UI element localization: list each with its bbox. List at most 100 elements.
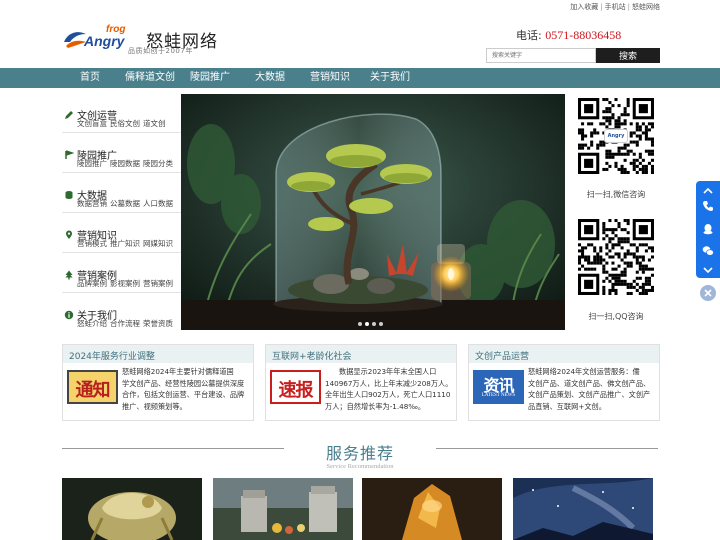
- terrarium-illustration: [181, 94, 565, 330]
- search-bar: 搜索: [486, 48, 660, 63]
- chevron-down-icon[interactable]: [702, 264, 714, 276]
- close-icon: [704, 289, 712, 297]
- nav-home[interactable]: 首页: [80, 68, 100, 88]
- site-logo[interactable]: frog Angry 怒蛙网络 品质如创于2007年: [62, 24, 222, 60]
- top-utility-bar: 加入收藏 | 手机站 | 怒蛙网络: [570, 3, 660, 11]
- wechat-qr-caption: 扫一扫,微信咨询: [586, 190, 646, 199]
- news-card-title[interactable]: 文创产品运营: [475, 349, 529, 362]
- news-line: 怒蛙网络2024年主要针对儒释道国: [122, 367, 234, 376]
- nav-bigdata[interactable]: 大数据: [255, 68, 285, 88]
- database-icon: [65, 190, 73, 199]
- sidebar-link[interactable]: 道文创: [143, 119, 166, 128]
- sidebar-link[interactable]: 数据营销: [77, 199, 107, 208]
- flag-icon: [65, 149, 74, 159]
- sidebar-links: 数据营销 公墓数据 人口数据: [77, 198, 176, 209]
- service-card-night-sky[interactable]: [513, 478, 653, 540]
- nav-marketing[interactable]: 营销知识: [310, 68, 350, 88]
- add-favorite-link[interactable]: 加入收藏: [570, 3, 598, 11]
- search-input[interactable]: [486, 48, 596, 63]
- category-sidebar: 文创运营 文创盲盒 民俗文创 道文创 陵园推广 陵园推广 陵园数据 陵园分类 大数据 数…: [62, 94, 181, 330]
- sidebar-links: 品牌案例 影视案例 营销案例: [77, 278, 176, 289]
- sidebar-divider: [62, 252, 181, 253]
- qq-qr-code: [578, 219, 654, 295]
- news-line: 合作，包括文创运营、平台建设、品牌: [122, 390, 245, 400]
- wechat-qr-code: Angry: [578, 98, 654, 174]
- info-icon: [64, 310, 74, 319]
- news-line: 怒蛙网络2024年文创运营服务：儒: [528, 367, 640, 376]
- sidebar-links: 陵园推广 陵园数据 陵园分类: [77, 158, 176, 169]
- news-line: 万人；自然增长率为-1.48‰。: [325, 401, 426, 411]
- contact-phone: 电话: 0571-88036458: [516, 27, 621, 43]
- sidebar-divider: [62, 172, 181, 173]
- mobile-site-link[interactable]: 手机站: [605, 3, 626, 11]
- logo-angry-text: Angry: [84, 33, 125, 49]
- news-card-header: 文创产品运营: [469, 345, 659, 363]
- sidebar-link[interactable]: 品牌案例: [77, 279, 107, 288]
- qq-icon[interactable]: [702, 223, 714, 235]
- slider-dot[interactable]: [365, 322, 369, 326]
- wechat-icon[interactable]: [702, 245, 714, 257]
- sidebar-title-about[interactable]: 关于我们: [62, 304, 117, 322]
- sidebar-link[interactable]: 陵园分类: [143, 159, 173, 168]
- sidebar-link[interactable]: 营销模式: [77, 239, 107, 248]
- news-card[interactable]: 2024年服务行业调整 通知 怒蛙网络2024年主要针对儒释道国 学文创产品、经…: [62, 344, 254, 421]
- sidebar-link[interactable]: 网媒知识: [143, 239, 173, 248]
- sidebar-link[interactable]: 影视案例: [110, 279, 140, 288]
- chevron-up-icon[interactable]: [702, 185, 714, 197]
- brand-link[interactable]: 怒蛙网络: [632, 3, 660, 11]
- sidebar-link[interactable]: 文创盲盒: [77, 119, 107, 128]
- hero-banner[interactable]: [181, 94, 565, 330]
- news-card-header: 2024年服务行业调整: [63, 345, 253, 363]
- sidebar-link[interactable]: 怒蛙介绍: [77, 319, 107, 328]
- news-card-title[interactable]: 2024年服务行业调整: [69, 349, 155, 362]
- qr-logo: Angry: [604, 129, 628, 143]
- news-thumb-news: 资讯 LATEST NEWS: [473, 370, 524, 404]
- section-title: 服务推荐: [325, 444, 394, 463]
- news-card-title[interactable]: 互联网+老龄化社会: [272, 349, 352, 362]
- qq-qr-caption: 扫一扫,QQ咨询: [588, 312, 644, 321]
- sidebar-link[interactable]: 人口数据: [143, 199, 173, 208]
- slider-dot[interactable]: [372, 322, 376, 326]
- sidebar-divider: [62, 132, 181, 133]
- service-card-jade[interactable]: [62, 478, 202, 540]
- sidebar-link[interactable]: 推广知识: [110, 239, 140, 248]
- sidebar-title-bigdata[interactable]: 大数据: [62, 184, 107, 202]
- nav-about[interactable]: 关于我们: [370, 68, 410, 88]
- tree-icon: [65, 270, 73, 279]
- sidebar-title-culture[interactable]: 文创运营: [62, 104, 117, 122]
- sidebar-title-cases[interactable]: 营销案例: [62, 264, 117, 282]
- night-sky-image: [513, 478, 653, 540]
- nav-cemetery[interactable]: 陵园推广: [190, 68, 230, 88]
- sidebar-link[interactable]: 民俗文创: [110, 119, 140, 128]
- service-card-cemetery[interactable]: [213, 478, 353, 540]
- sidebar-link[interactable]: 公墓数据: [110, 199, 140, 208]
- search-button[interactable]: 搜索: [596, 48, 660, 63]
- news-card[interactable]: 互联网+老龄化社会 速报 数据显示2023年年末全国人口 140967万人，比上…: [265, 344, 457, 421]
- news-line: 文创产品策划、文创产品推广、文创产: [528, 390, 651, 400]
- sidebar-link[interactable]: 陵园数据: [110, 159, 140, 168]
- news-thumb-text: 通知: [75, 380, 111, 401]
- sidebar-divider: [62, 292, 181, 293]
- sidebar-link[interactable]: 荣誉资质: [143, 319, 173, 328]
- sidebar-link[interactable]: 合作流程: [110, 319, 140, 328]
- page: 加入收藏 | 手机站 | 怒蛙网络 frog Angry 怒蛙网络 品质如创于2007年…: [0, 0, 720, 540]
- sidebar-title-knowledge[interactable]: 营销知识: [62, 224, 117, 242]
- news-card-text: 数据显示2023年年末全国人口 140967万人，比上年末减少208万人。 全年…: [325, 366, 452, 412]
- phone-label: 电话:: [516, 29, 542, 42]
- phone-icon[interactable]: [702, 200, 714, 212]
- sidebar-link[interactable]: 陵园推广: [77, 159, 107, 168]
- slider-dot[interactable]: [379, 322, 383, 326]
- float-close-button[interactable]: [700, 285, 716, 301]
- location-pin-icon: [66, 230, 72, 239]
- cemetery-image: [213, 478, 353, 540]
- brand-tagline: 品质如创于2007年: [128, 47, 193, 55]
- news-line: 全年出生人口902万人，死亡人口1110: [325, 390, 451, 400]
- nav-culture[interactable]: 儒释道文创: [125, 68, 175, 88]
- sidebar-links: 文创盲盒 民俗文创 道文创: [77, 118, 169, 129]
- sidebar-links: 营销模式 推广知识 网媒知识: [77, 238, 176, 249]
- news-card[interactable]: 文创产品运营 资讯 LATEST NEWS 怒蛙网络2024年文创运营服务：儒 …: [468, 344, 660, 421]
- sidebar-link[interactable]: 营销案例: [143, 279, 173, 288]
- slider-dot[interactable]: [358, 322, 362, 326]
- sidebar-title-cemetery[interactable]: 陵园推广: [62, 144, 117, 162]
- service-card-amber[interactable]: [362, 478, 502, 540]
